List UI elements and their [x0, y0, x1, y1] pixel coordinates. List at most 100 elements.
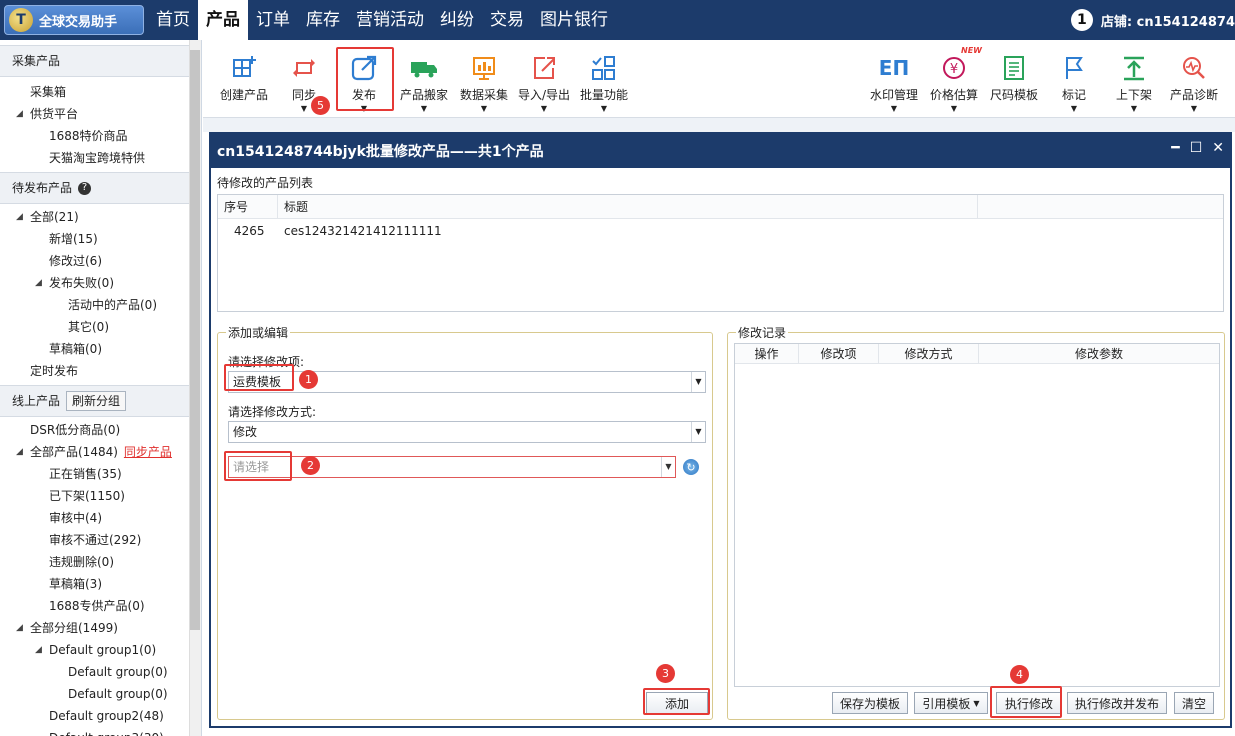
sidebar-item-default-group-b[interactable]: Default group(0) [0, 683, 201, 705]
toolbar-label: 批量功能 [579, 88, 628, 102]
shelf-button[interactable]: 上下架 ▼ [1101, 48, 1167, 114]
clear-button[interactable]: 清空 [1174, 692, 1214, 714]
sidebar-item-1688-exclusive[interactable]: 1688专供产品(0) [0, 595, 201, 617]
help-icon[interactable]: ? [78, 181, 92, 195]
sidebar-header-online[interactable]: 线上产品 刷新分组 [0, 385, 201, 417]
expand-triangle-icon[interactable]: ◢ [16, 103, 23, 125]
sidebar-item-in-activity[interactable]: 活动中的产品(0) [0, 294, 201, 316]
nav-image-bank[interactable]: 图片银行 [532, 0, 616, 40]
maximize-icon[interactable]: ☐ [1190, 140, 1203, 156]
sidebar-item-1688-special[interactable]: 1688特价商品 [0, 125, 201, 147]
sidebar-item-online-drafts[interactable]: 草稿箱(3) [0, 573, 201, 595]
sidebar-item-default-group1[interactable]: ◢ Default group1(0) [0, 639, 201, 661]
batch-functions-button[interactable]: 批量功能 ▼ [571, 48, 637, 114]
diagnose-button[interactable]: 产品诊断 ▼ [1161, 48, 1227, 114]
sidebar-item-publish-failed[interactable]: ◢ 发布失败(0) [0, 272, 201, 294]
expand-triangle-icon[interactable]: ◢ [16, 617, 23, 639]
sidebar-item-review-failed[interactable]: 审核不通过(292) [0, 529, 201, 551]
sidebar-item-new[interactable]: 新增(15) [0, 228, 201, 250]
truck-icon [410, 54, 438, 82]
publish-button[interactable]: 发布 ▼ [331, 48, 397, 114]
app-logo[interactable]: T 全球交易助手 [4, 5, 144, 35]
flag-button[interactable]: 标记 ▼ [1041, 48, 1107, 114]
modify-mode-select[interactable]: 修改 ▼ [228, 421, 706, 443]
price-estimate-icon: ¥ [940, 54, 968, 82]
execute-button[interactable]: 执行修改 [996, 692, 1062, 714]
nav-marketing[interactable]: 营销活动 [348, 0, 432, 40]
sidebar-item-all-groups[interactable]: ◢ 全部分组(1499) [0, 617, 201, 639]
nav-disputes[interactable]: 纠纷 [432, 0, 482, 40]
column-header-item[interactable]: 修改项 [799, 344, 879, 363]
chevron-down-icon[interactable]: ▼ [691, 372, 705, 392]
nav-home[interactable]: 首页 [148, 0, 198, 40]
caret-down-icon: ▼ [973, 698, 980, 708]
size-template-button[interactable]: 尺码模板 [981, 48, 1047, 114]
column-header-mode[interactable]: 修改方式 [879, 344, 979, 363]
scrollbar-thumb[interactable] [190, 50, 200, 630]
product-move-button[interactable]: 产品搬家 ▼ [391, 48, 457, 114]
column-header-params[interactable]: 修改参数 [979, 344, 1219, 363]
sidebar-item-on-sale[interactable]: 正在销售(35) [0, 463, 201, 485]
minimize-icon[interactable]: ━ [1171, 140, 1179, 156]
nav-inventory[interactable]: 库存 [298, 0, 348, 40]
sidebar-item-drafts[interactable]: 草稿箱(0) [0, 338, 201, 360]
column-header-action[interactable]: 操作 [735, 344, 799, 363]
sidebar-item-off-shelf[interactable]: 已下架(1150) [0, 485, 201, 507]
sidebar-item-label: Default group1(0) [49, 643, 157, 657]
watermark-button[interactable]: EП 水印管理 ▼ [861, 48, 927, 114]
sidebar-item-pending-all[interactable]: ◢ 全部(21) [0, 206, 201, 228]
toolbar-label: 标记 [1061, 88, 1086, 102]
sidebar-item-scheduled[interactable]: 定时发布 [0, 360, 201, 382]
row-title: ces124321421412111111 [284, 224, 442, 238]
refresh-group-button[interactable]: 刷新分组 [66, 391, 127, 411]
use-template-label: 引用模板 [922, 696, 971, 711]
refresh-icon[interactable]: ↻ [683, 459, 699, 475]
execute-publish-button[interactable]: 执行修改并发布 [1067, 692, 1167, 714]
product-list-label: 待修改的产品列表 [217, 176, 314, 190]
add-button[interactable]: 添加 [646, 692, 708, 714]
use-template-button[interactable]: 引用模板 ▼ [914, 692, 988, 714]
store-indicator[interactable]: 1 店铺: cn154124874 [1070, 0, 1235, 40]
expand-triangle-icon[interactable]: ◢ [35, 272, 42, 294]
sidebar-item-default-group-a[interactable]: Default group(0) [0, 661, 201, 683]
modify-param-select[interactable]: 请选择 ▼ [228, 456, 676, 478]
logo-text: 全球交易助手 [39, 14, 118, 30]
sidebar-item-all-products[interactable]: ◢ 全部产品(1484) 同步产品 [0, 441, 201, 463]
expand-triangle-icon[interactable]: ◢ [16, 206, 23, 228]
sidebar-item-default-group3[interactable]: Default group3(30) [0, 727, 201, 736]
nav-orders[interactable]: 订单 [248, 0, 298, 40]
flag-icon [1060, 54, 1088, 82]
sidebar-item-default-group2[interactable]: Default group2(48) [0, 705, 201, 727]
sync-products-link[interactable]: 同步产品 [124, 445, 172, 459]
caret-down-icon: ▼ [1070, 104, 1078, 113]
sidebar-item-supply-platform[interactable]: ◢ 供货平台 [0, 103, 201, 125]
sidebar-item-violation-deleted[interactable]: 违规删除(0) [0, 551, 201, 573]
nav-trade[interactable]: 交易 [482, 0, 532, 40]
column-header-index[interactable]: 序号 [218, 195, 278, 218]
data-collect-button[interactable]: 数据采集 ▼ [451, 48, 517, 114]
column-header-title[interactable]: 标题 [278, 195, 978, 218]
save-as-template-button[interactable]: 保存为模板 [832, 692, 908, 714]
toolbar-label: 创建产品 [219, 88, 268, 102]
sidebar-item-reviewing[interactable]: 审核中(4) [0, 507, 201, 529]
shelf-icon [1120, 54, 1148, 82]
sidebar-item-other[interactable]: 其它(0) [0, 316, 201, 338]
nav-products[interactable]: 产品 [198, 0, 248, 40]
sidebar-header-collect[interactable]: 采集产品 [0, 45, 201, 77]
sidebar-item-modified[interactable]: 修改过(6) [0, 250, 201, 272]
price-estimate-button[interactable]: ¥ NEW 价格估算 ▼ [921, 46, 987, 114]
close-icon[interactable]: ✕ [1212, 140, 1224, 156]
import-export-button[interactable]: 导入/导出 ▼ [511, 48, 577, 114]
sidebar-item-dsr-low[interactable]: DSR低分商品(0) [0, 419, 201, 441]
chevron-down-icon[interactable]: ▼ [691, 422, 705, 442]
sidebar-header-pending[interactable]: 待发布产品? [0, 172, 201, 204]
sidebar-scrollbar[interactable] [189, 40, 201, 736]
sidebar-item-collect-box[interactable]: 采集箱 [0, 81, 201, 103]
expand-triangle-icon[interactable]: ◢ [16, 441, 23, 463]
chevron-down-icon[interactable]: ▼ [661, 457, 675, 477]
expand-triangle-icon[interactable]: ◢ [35, 639, 42, 661]
sidebar-item-tmall-special[interactable]: 天猫淘宝跨境特供 [0, 147, 201, 169]
table-row[interactable]: 4265 ces124321421412111111 [218, 219, 1223, 243]
watermark-icon: EП [878, 56, 910, 80]
create-product-button[interactable]: 创建产品 [211, 48, 277, 114]
